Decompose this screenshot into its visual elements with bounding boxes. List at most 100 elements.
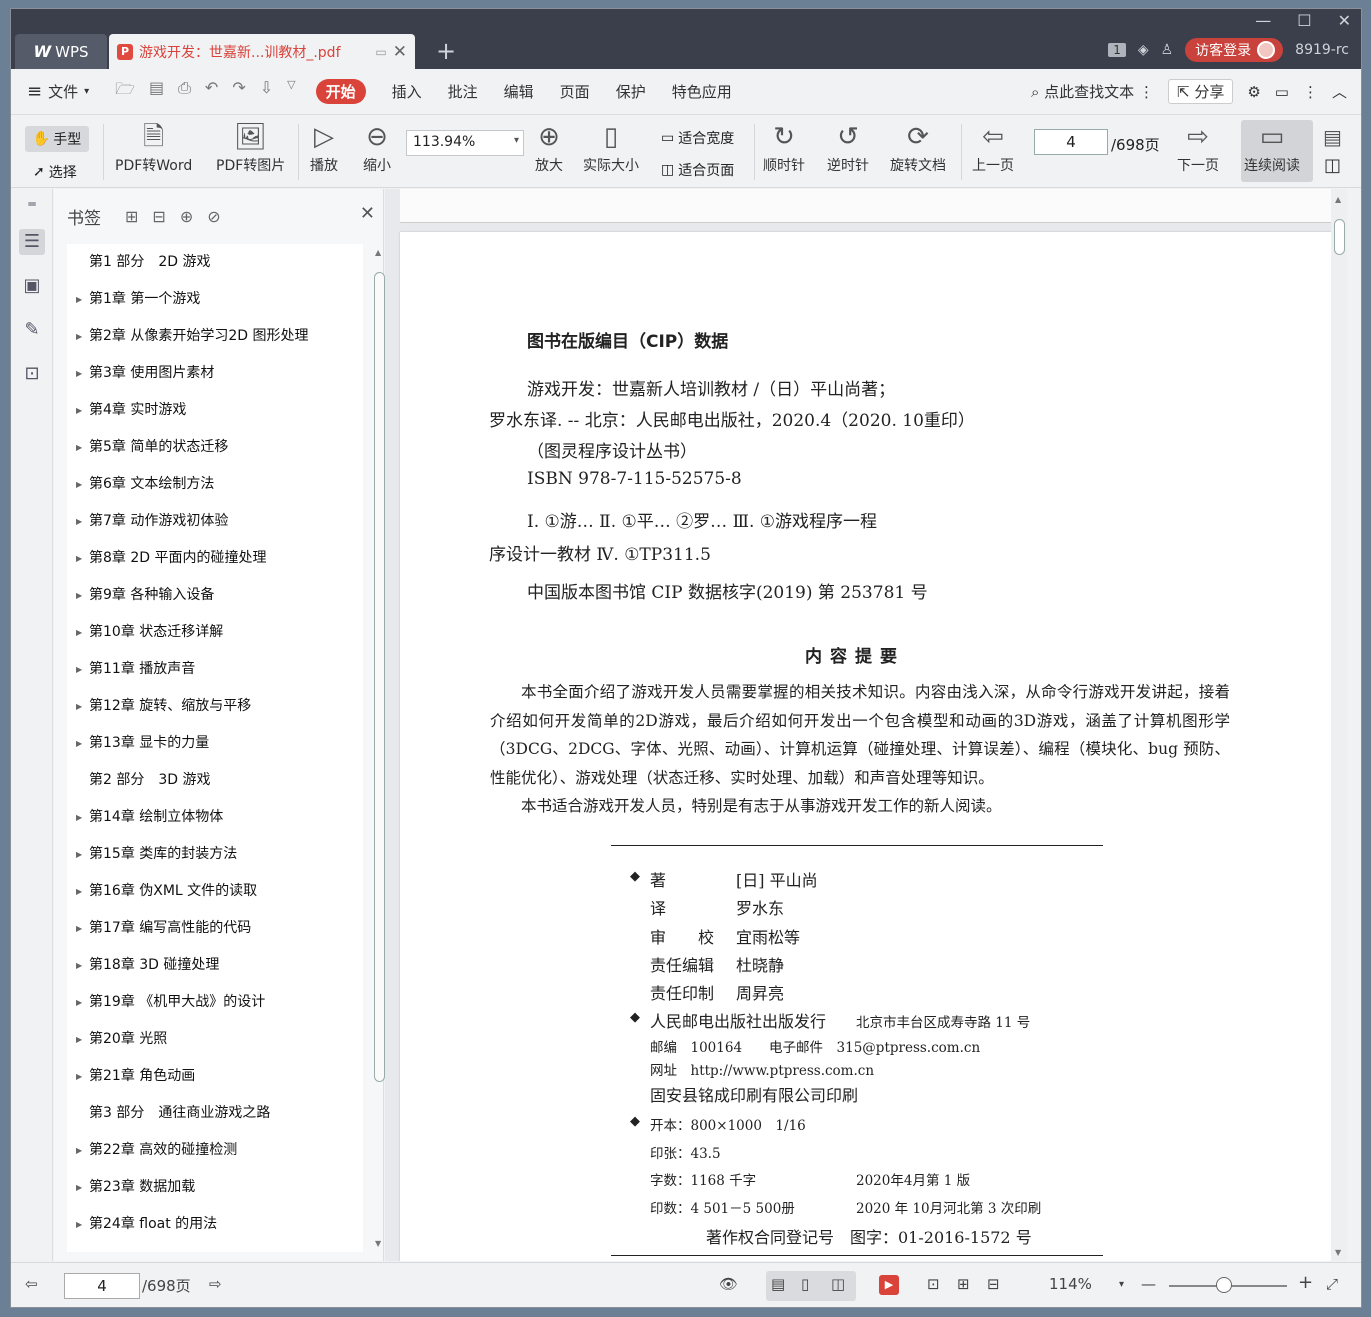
rotate-clockwise-button[interactable]: ↻ 顺时针 xyxy=(763,120,805,175)
side-view-buttons[interactable]: ▤ ◫ xyxy=(1323,120,1342,176)
fit-page-icon[interactable]: ⊞ xyxy=(957,1275,970,1293)
save-icon[interactable]: ▤ xyxy=(149,78,164,105)
close-window-button[interactable]: ✕ xyxy=(1338,11,1351,30)
hand-tool-button[interactable]: ✋ 手型 xyxy=(25,126,89,152)
expand-arrow-icon[interactable]: ▶ xyxy=(76,1169,82,1206)
find-text-button[interactable]: ⌕ 点此查找文本 ⋮ xyxy=(1031,81,1154,102)
redo-icon[interactable]: ↷ xyxy=(232,78,245,105)
expand-arrow-icon[interactable]: ▶ xyxy=(76,688,82,725)
expand-arrow-icon[interactable]: ▶ xyxy=(76,1058,82,1095)
document-tab[interactable]: P 游戏开发：世嘉新...训教材_.pdf ▭ ✕ xyxy=(109,34,415,69)
expand-arrow-icon[interactable]: ▶ xyxy=(76,984,82,1021)
bookmark-item[interactable]: ▶ 第16章 伪XML 文件的读取 xyxy=(67,873,363,910)
bookmark-item[interactable]: ▶ 第4章 实时游戏 xyxy=(67,392,363,429)
bookmark-item[interactable]: ▶ 第19章 《机甲大战》的设计 xyxy=(67,984,363,1021)
zoom-out-icon[interactable]: — xyxy=(1141,1275,1156,1293)
fit-width-button[interactable]: ▭ 适合宽度 xyxy=(661,128,734,148)
scroll-thumb[interactable] xyxy=(374,272,385,1082)
new-tab-button[interactable]: + xyxy=(436,37,456,65)
wps-home-tab[interactable]: W WPS xyxy=(15,34,107,69)
collapse-all-icon[interactable]: ⊟ xyxy=(152,207,165,226)
undo-icon[interactable]: ↶ xyxy=(205,78,218,105)
expand-arrow-icon[interactable]: ▶ xyxy=(76,947,82,984)
play-button[interactable]: ▷ 播放 xyxy=(310,120,338,175)
drag-handle-icon[interactable]: ═ xyxy=(19,191,45,217)
chevron-down-icon[interactable]: ▾ xyxy=(1119,1279,1124,1290)
select-tool-button[interactable]: ➚ 选择 xyxy=(33,162,77,182)
bookmark-item[interactable]: ▶ 第7章 动作游戏初体验 xyxy=(67,503,363,540)
scroll-up-icon[interactable]: ▲ xyxy=(1335,195,1341,204)
bookmark-item[interactable]: 第3 部分 通往商业游戏之路 xyxy=(67,1095,363,1132)
expand-arrow-icon[interactable]: ▶ xyxy=(76,429,82,466)
expand-arrow-icon[interactable]: ▶ xyxy=(76,355,82,392)
expand-arrow-icon[interactable]: ▶ xyxy=(76,503,82,540)
eye-protection-icon[interactable]: 👁 xyxy=(719,1275,738,1293)
bookmark-item[interactable]: ▶ 第12章 旋转、缩放与平移 xyxy=(67,688,363,725)
settings-icon[interactable]: ⚙ xyxy=(1247,83,1260,101)
bookmark-item[interactable]: ▶ 第14章 绘制立体物体 xyxy=(67,799,363,836)
fullscreen-icon[interactable]: ⤢ xyxy=(1326,1275,1338,1293)
bookmark-item[interactable]: ▶ 第3章 使用图片素材 xyxy=(67,355,363,392)
next-page-arrow-icon[interactable]: ⇨ xyxy=(209,1275,222,1293)
skin-icon[interactable]: ♙ xyxy=(1161,42,1174,58)
menu-item-insert[interactable]: 插入 xyxy=(392,81,422,102)
bookmark-item[interactable]: 第2 部分 3D 游戏 xyxy=(67,762,363,799)
expand-arrow-icon[interactable]: ▶ xyxy=(76,725,82,762)
menu-item-page[interactable]: 页面 xyxy=(560,81,590,102)
menu-item-edit[interactable]: 编辑 xyxy=(504,81,534,102)
bookmark-item[interactable]: ▶ 第11章 播放声音 xyxy=(67,651,363,688)
zoom-in-button[interactable]: ⊕ 放大 xyxy=(535,120,563,175)
more-chevron-icon[interactable]: ▽ xyxy=(287,78,295,105)
export-icon[interactable]: ⇩ xyxy=(260,78,273,105)
close-panel-icon[interactable]: ✕ xyxy=(360,203,375,224)
prev-page-button[interactable]: ⇦ 上一页 xyxy=(972,120,1014,175)
expand-arrow-icon[interactable]: ▶ xyxy=(76,614,82,651)
page-number-input[interactable]: 4 xyxy=(1034,129,1108,155)
bookmark-item[interactable]: ▶ 第15章 类库的封装方法 xyxy=(67,836,363,873)
expand-arrow-icon[interactable]: ▶ xyxy=(76,799,82,836)
expand-arrow-icon[interactable]: ▶ xyxy=(76,466,82,503)
status-zoom-value[interactable]: 114% xyxy=(1049,1275,1092,1293)
continuous-view-icon[interactable]: ▤ xyxy=(771,1275,785,1293)
bookmark-item[interactable]: ▶ 第6章 文本绘制方法 xyxy=(67,466,363,503)
maximize-button[interactable]: ☐ xyxy=(1297,11,1311,30)
bookmark-scrollbar[interactable]: ▲ ▼ xyxy=(372,244,386,1252)
expand-arrow-icon[interactable]: ▶ xyxy=(76,1206,82,1243)
bookmark-item[interactable]: ▶ 第8章 2D 平面内的碰撞处理 xyxy=(67,540,363,577)
menu-item-features[interactable]: 特色应用 xyxy=(672,81,732,102)
bookmark-item[interactable]: ▶ 第22章 高效的碰撞检测 xyxy=(67,1132,363,1169)
theme-icon[interactable]: ◈ xyxy=(1138,42,1149,58)
collapse-ribbon-icon[interactable]: ︿ xyxy=(1332,81,1347,102)
bookmark-item[interactable]: ▶ 第17章 编写高性能的代码 xyxy=(67,910,363,947)
status-page-input[interactable]: 4 xyxy=(64,1273,140,1299)
comment-icon[interactable]: ▭ xyxy=(1275,83,1289,101)
scroll-up-icon[interactable]: ▲ xyxy=(375,248,381,257)
thumbnail-icon[interactable]: ▣ xyxy=(19,273,45,299)
double-page-icon[interactable]: ◫ xyxy=(831,1275,845,1293)
pdf-to-image-button[interactable]: 🖼 PDF转图片 xyxy=(216,120,285,175)
bookmark-item[interactable]: ▶ 第10章 状态迁移详解 xyxy=(67,614,363,651)
annotation-icon[interactable]: ✎ xyxy=(19,317,45,343)
bookmark-item[interactable]: ▶ 第20章 光照 xyxy=(67,1021,363,1058)
expand-arrow-icon[interactable]: ▶ xyxy=(76,392,82,429)
minimize-button[interactable]: — xyxy=(1255,11,1271,30)
more-icon[interactable]: ⋮ xyxy=(1303,83,1318,101)
menu-item-start[interactable]: 开始 xyxy=(315,79,366,104)
expand-arrow-icon[interactable]: ▶ xyxy=(76,281,82,318)
bookmark-item[interactable]: ▶ 第2章 从像素开始学习2D 图形处理 xyxy=(67,318,363,355)
expand-arrow-icon[interactable]: ▶ xyxy=(76,651,82,688)
rotate-document-button[interactable]: ⟳ 旋转文档 xyxy=(890,120,946,175)
play-slideshow-icon[interactable]: ▶ xyxy=(879,1275,899,1295)
close-tab-icon[interactable]: ✕ xyxy=(393,42,407,62)
pdf-to-word-button[interactable]: 🗎 PDF转Word xyxy=(115,120,192,175)
monitor-icon[interactable]: ▭ xyxy=(375,45,386,59)
signature-icon[interactable]: ⊡ xyxy=(19,361,45,387)
file-menu[interactable]: ≡ 文件 ▾ xyxy=(27,81,89,102)
share-button[interactable]: ⇱ 分享 xyxy=(1167,79,1234,104)
bookmark-item[interactable]: ▶ 第23章 数据加载 xyxy=(67,1169,363,1206)
expand-arrow-icon[interactable]: ▶ xyxy=(76,873,82,910)
add-bookmark-icon[interactable]: ⊕ xyxy=(180,207,193,226)
bookmark-panel-icon[interactable]: ☰ xyxy=(19,229,45,255)
bookmark-item[interactable]: ▶ 第1章 第一个游戏 xyxy=(67,281,363,318)
expand-arrow-icon[interactable]: ▶ xyxy=(76,1132,82,1169)
